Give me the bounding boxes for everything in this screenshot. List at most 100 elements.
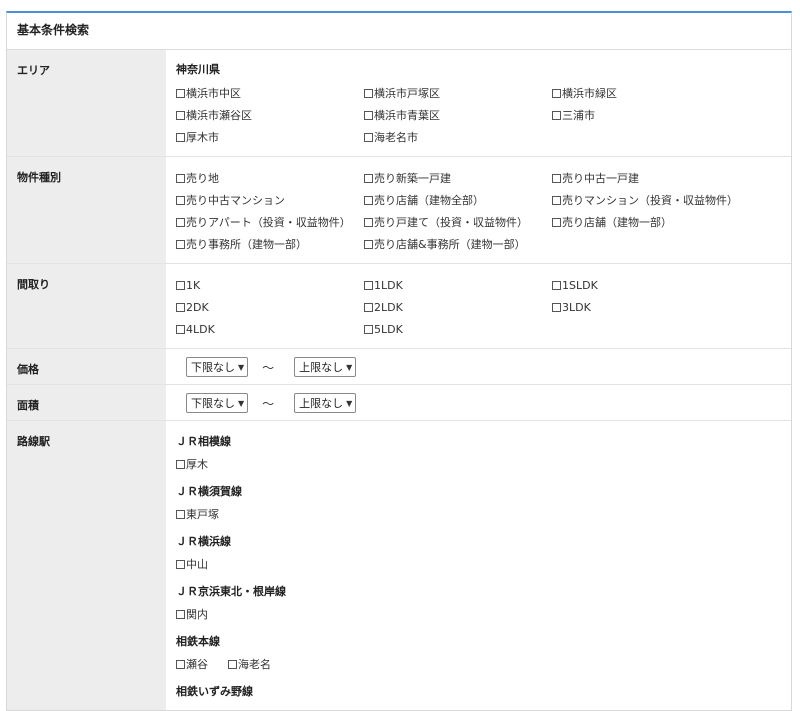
checkbox-label: 売りマンション（投資・収益物件）: [562, 194, 738, 207]
checkbox-icon[interactable]: [176, 110, 185, 120]
checkbox-label: 中山: [186, 558, 208, 571]
checkbox-icon[interactable]: [552, 280, 561, 290]
property-type-checkbox[interactable]: 売り店舗（建物一部）: [552, 211, 740, 233]
property-type-checkbox[interactable]: 売りアパート（投資・収益物件）: [176, 211, 364, 233]
checkbox-icon[interactable]: [364, 324, 373, 334]
layout-checkbox[interactable]: 1LDK: [364, 274, 552, 296]
property-type-checkbox-grid: 売り地 売り新築一戸建 売り中古一戸建売り中古マンション 売り店舗（建物全部） 売りマン…: [176, 167, 791, 255]
checkbox-icon[interactable]: [176, 217, 185, 227]
station-checkbox[interactable]: 瀬谷: [176, 653, 208, 675]
property-type-checkbox[interactable]: 売り新築一戸建: [364, 167, 552, 189]
layout-checkbox[interactable]: 1K: [176, 274, 364, 296]
price-row: 価格 下限なし ▼ ～ 上限なし ▼: [7, 349, 791, 385]
checkbox-icon[interactable]: [176, 239, 185, 249]
checkbox-label: 売り中古一戸建: [562, 172, 639, 185]
property-type-checkbox[interactable]: 売りマンション（投資・収益物件）: [552, 189, 740, 211]
layout-checkbox[interactable]: 1SLDK: [552, 274, 740, 296]
checkbox-icon[interactable]: [364, 110, 373, 120]
area-checkbox[interactable]: 横浜市戸塚区: [364, 82, 552, 104]
area-size-label: 面積: [7, 385, 166, 420]
area-size-min-select[interactable]: 下限なし ▼: [186, 393, 249, 413]
checkbox-icon[interactable]: [552, 217, 561, 227]
price-range-separator: ～: [262, 360, 275, 375]
price-max-select[interactable]: 上限なし ▼: [294, 357, 357, 377]
checkbox-label: 瀬谷: [186, 658, 208, 671]
checkbox-label: 1LDK: [374, 278, 403, 292]
checkbox-icon[interactable]: [364, 280, 373, 290]
checkbox-icon[interactable]: [364, 88, 373, 98]
layout-checkbox[interactable]: 2DK: [176, 296, 364, 318]
layout-checkbox[interactable]: 4LDK: [176, 318, 364, 340]
rail-line-title: ＪＲ横須賀線: [176, 485, 242, 498]
checkbox-icon[interactable]: [176, 659, 185, 669]
layout-checkbox[interactable]: 3LDK: [552, 296, 740, 318]
checkbox-icon[interactable]: [176, 459, 185, 469]
area-checkbox[interactable]: 海老名市: [364, 126, 552, 148]
checkbox-icon[interactable]: [552, 195, 561, 205]
rail-line-title: ＪＲ京浜東北・根岸線: [176, 585, 286, 598]
area-checkbox[interactable]: 横浜市瀬谷区: [176, 104, 364, 126]
property-type-checkbox[interactable]: 売り事務所（建物一部）: [176, 233, 364, 255]
checkbox-icon[interactable]: [364, 217, 373, 227]
price-label: 価格: [7, 349, 166, 384]
checkbox-icon[interactable]: [176, 609, 185, 619]
checkbox-label: 横浜市緑区: [562, 87, 617, 100]
checkbox-icon[interactable]: [176, 302, 185, 312]
area-checkbox[interactable]: 横浜市中区: [176, 82, 364, 104]
checkbox-icon[interactable]: [364, 173, 373, 183]
area-label: エリア: [7, 50, 166, 156]
station-checkbox[interactable]: 厚木: [176, 453, 208, 475]
checkbox-icon[interactable]: [176, 173, 185, 183]
property-type-checkbox[interactable]: 売り店舗&事務所（建物一部）: [364, 233, 552, 255]
checkbox-icon[interactable]: [176, 132, 185, 142]
area-checkbox[interactable]: 横浜市緑区: [552, 82, 740, 104]
checkbox-icon[interactable]: [552, 88, 561, 98]
checkbox-label: 売り店舗&事務所（建物一部）: [374, 238, 526, 251]
checkbox-icon[interactable]: [364, 302, 373, 312]
checkbox-icon[interactable]: [552, 302, 561, 312]
rail-line-title: ＪＲ横浜線: [176, 535, 231, 548]
checkbox-label: 厚木市: [186, 131, 219, 144]
property-type-checkbox[interactable]: 売り店舗（建物全部）: [364, 189, 552, 211]
chevron-down-icon: ▼: [346, 362, 353, 372]
area-size-max-select[interactable]: 上限なし ▼: [294, 393, 357, 413]
station-checkbox[interactable]: 東戸塚: [176, 503, 219, 525]
area-checkbox[interactable]: 厚木市: [176, 126, 364, 148]
layout-checkbox[interactable]: 2LDK: [364, 296, 552, 318]
station-checkbox[interactable]: 海老名: [228, 653, 271, 675]
price-min-value: 下限なし: [191, 361, 235, 374]
area-checkbox[interactable]: 三浦市: [552, 104, 740, 126]
rail-line-group: ＪＲ相模線 厚木: [176, 431, 791, 475]
checkbox-icon[interactable]: [176, 88, 185, 98]
checkbox-icon[interactable]: [176, 280, 185, 290]
checkbox-label: 海老名市: [374, 131, 418, 144]
checkbox-icon[interactable]: [364, 195, 373, 205]
checkbox-icon[interactable]: [176, 324, 185, 334]
checkbox-icon[interactable]: [364, 132, 373, 142]
chevron-down-icon: ▼: [238, 398, 245, 408]
checkbox-icon[interactable]: [552, 110, 561, 120]
layout-checkbox[interactable]: 5LDK: [364, 318, 552, 340]
checkbox-icon[interactable]: [176, 559, 185, 569]
area-checkbox[interactable]: 横浜市青葉区: [364, 104, 552, 126]
checkbox-icon[interactable]: [176, 195, 185, 205]
station-checkbox[interactable]: 関内: [176, 603, 208, 625]
property-type-checkbox[interactable]: 売り戸建て（投資・収益物件）: [364, 211, 552, 233]
station-checkbox[interactable]: 中山: [176, 553, 208, 575]
price-min-select[interactable]: 下限なし ▼: [186, 357, 249, 377]
checkbox-icon[interactable]: [176, 509, 185, 519]
property-type-checkbox[interactable]: 売り地: [176, 167, 364, 189]
checkbox-icon[interactable]: [228, 659, 237, 669]
checkbox-icon[interactable]: [364, 239, 373, 249]
panel-title: 基本条件検索: [7, 13, 791, 50]
checkbox-label: 売り店舗（建物全部）: [374, 194, 484, 207]
checkbox-label: 売り中古マンション: [186, 194, 285, 207]
checkbox-label: 関内: [186, 608, 208, 621]
property-type-checkbox[interactable]: 売り中古一戸建: [552, 167, 740, 189]
checkbox-icon[interactable]: [552, 173, 561, 183]
property-type-checkbox[interactable]: 売り中古マンション: [176, 189, 364, 211]
area-size-max-value: 上限なし: [299, 397, 344, 410]
checkbox-label: 3LDK: [562, 300, 591, 314]
property-type-row: 物件種別 売り地 売り新築一戸建 売り中古一戸建 売り中古マンション 売り店舗（建物全部…: [7, 157, 791, 264]
layout-checkbox-grid: 1K 1LDK 1SLDK 2DK 2LDK 3LDK 4LDK 5LDK: [176, 274, 791, 340]
